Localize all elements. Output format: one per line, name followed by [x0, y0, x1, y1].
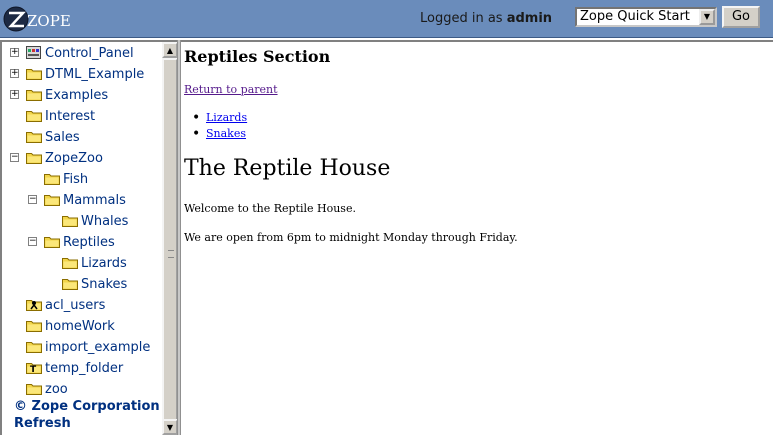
go-button[interactable]: Go [722, 6, 760, 28]
tree-item-zoo[interactable]: zoo [2, 380, 162, 400]
tree-item-control-panel[interactable]: + Control_Panel [2, 44, 162, 64]
tree-item-label[interactable]: Examples [45, 87, 108, 105]
chevron-down-icon[interactable]: ▼ [699, 9, 715, 25]
scrollbar-grip-icon [168, 250, 174, 258]
logo-text: ZOPE [27, 12, 71, 30]
quick-start-select[interactable]: Zope Quick Start ▼ [575, 7, 717, 27]
tree-item-label[interactable]: homeWork [45, 318, 115, 336]
navigation-tree: + Control_Panel + DTML_Example + Examples Inte… [2, 42, 162, 435]
top-bar: ZOPE Logged in as admin Zope Quick Start… [0, 0, 773, 38]
folder-icon[interactable] [44, 193, 60, 206]
folder-icon[interactable] [62, 277, 78, 290]
tree-item-label[interactable]: import_example [45, 339, 150, 357]
hours-text: We are open from 6pm to midnight Monday … [184, 231, 518, 244]
tree-item-label[interactable]: temp_folder [45, 360, 123, 378]
folder-icon[interactable] [26, 67, 42, 80]
scroll-up-button[interactable]: ▲ [162, 42, 178, 58]
control-panel-icon[interactable] [26, 46, 42, 59]
tree-item-homework[interactable]: homeWork [2, 317, 162, 337]
folder-icon[interactable] [44, 235, 60, 248]
tree-item-label[interactable]: Lizards [81, 255, 127, 273]
tree-item-label[interactable]: acl_users [45, 297, 105, 315]
welcome-text: Welcome to the Reptile House. [184, 202, 356, 215]
tree-item-label[interactable]: Mammals [63, 192, 126, 210]
tree-item-label[interactable]: DTML_Example [45, 66, 144, 84]
collapse-icon[interactable]: − [28, 237, 37, 246]
tree-item-label[interactable]: Snakes [81, 276, 127, 294]
folder-icon[interactable] [26, 88, 42, 101]
tree-item-fish[interactable]: Fish [2, 170, 162, 190]
tree-item-whales[interactable]: Whales [2, 212, 162, 232]
tree-item-mammals[interactable]: − Mammals [2, 191, 162, 211]
user-folder-icon[interactable] [26, 298, 42, 311]
svg-text:T: T [30, 365, 37, 374]
tree-item-examples[interactable]: + Examples [2, 86, 162, 106]
tree-item-label[interactable]: Whales [81, 213, 128, 231]
snakes-link[interactable]: Snakes [206, 127, 246, 140]
folder-icon[interactable] [26, 130, 42, 143]
tree-item-temp-folder[interactable]: Ttemp_folder [2, 359, 162, 379]
section-title: Reptiles Section [184, 47, 331, 66]
zope-logo[interactable]: ZOPE [3, 5, 77, 33]
folder-icon[interactable] [26, 151, 42, 164]
expand-icon[interactable]: + [10, 69, 19, 78]
temp-folder-icon[interactable]: T [26, 361, 42, 374]
login-status: Logged in as admin [420, 11, 552, 26]
collapse-icon[interactable]: − [28, 195, 37, 204]
tree-item-interest[interactable]: Interest [2, 107, 162, 127]
tree-item-label[interactable]: zoo [45, 381, 68, 399]
login-prefix: Logged in as [420, 11, 503, 26]
sub-section-list: Lizards Snakes [192, 110, 247, 142]
scroll-down-button[interactable]: ▼ [162, 419, 178, 435]
folder-icon[interactable] [26, 340, 42, 353]
tree-item-label[interactable]: ZopeZoo [45, 150, 103, 168]
tree-item-import-example[interactable]: import_example [2, 338, 162, 358]
collapse-icon[interactable]: − [10, 153, 19, 162]
scrollbar-thumb[interactable] [162, 58, 178, 432]
list-item: Lizards [192, 110, 247, 126]
navigation-tree-pane: + Control_Panel + DTML_Example + Examples Inte… [0, 40, 178, 435]
tree-item-label[interactable]: Sales [45, 129, 80, 147]
lizards-link[interactable]: Lizards [206, 111, 247, 124]
tree-item-label[interactable]: Fish [63, 171, 88, 189]
expand-icon[interactable]: + [10, 48, 19, 57]
tree-item-sales[interactable]: Sales [2, 128, 162, 148]
folder-icon[interactable] [62, 214, 78, 227]
page-heading: The Reptile House [184, 156, 391, 181]
tree-scrollbar[interactable]: ▲ ▼ [162, 42, 178, 435]
tree-item-label[interactable]: Control_Panel [45, 45, 134, 63]
folder-icon[interactable] [26, 109, 42, 122]
zope-corporation-link[interactable]: © Zope Corporation [14, 399, 160, 414]
content-frame: Reptiles Section Return to parent Lizard… [181, 40, 773, 435]
folder-icon[interactable] [26, 319, 42, 332]
refresh-link[interactable]: Refresh [14, 416, 71, 431]
expand-icon[interactable]: + [10, 90, 19, 99]
tree-item-label[interactable]: Interest [45, 108, 95, 126]
tree-item-lizards[interactable]: Lizards [2, 254, 162, 274]
tree-item-snakes[interactable]: Snakes [2, 275, 162, 295]
tree-item-label[interactable]: Reptiles [63, 234, 115, 252]
folder-icon[interactable] [26, 382, 42, 395]
folder-icon[interactable] [62, 256, 78, 269]
tree-item-acl-users[interactable]: acl_users [2, 296, 162, 316]
list-item: Snakes [192, 126, 247, 142]
folder-icon[interactable] [44, 172, 60, 185]
tree-item-zopezoo[interactable]: − ZopeZoo [2, 149, 162, 169]
tree-item-reptiles[interactable]: − Reptiles [2, 233, 162, 253]
tree-item-dtml-example[interactable]: + DTML_Example [2, 65, 162, 85]
quick-start-value: Zope Quick Start [580, 9, 690, 24]
login-username: admin [506, 11, 553, 26]
return-to-parent-link[interactable]: Return to parent [184, 83, 278, 96]
